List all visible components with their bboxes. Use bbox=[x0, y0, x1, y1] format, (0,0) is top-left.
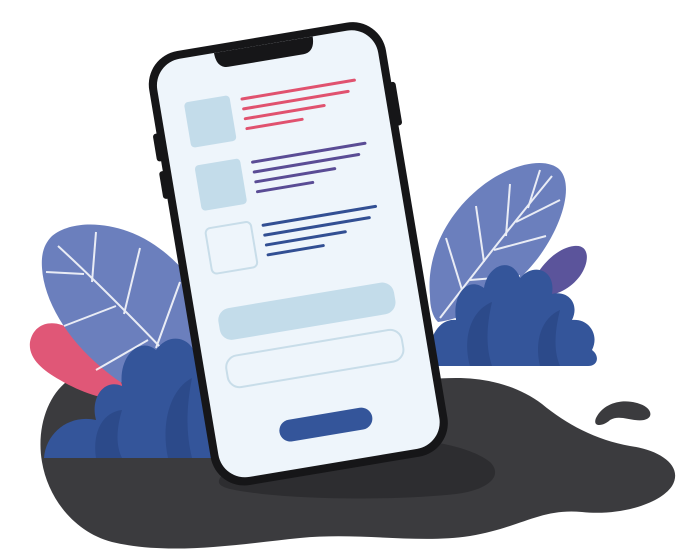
smartphone-illustration bbox=[29, 22, 676, 549]
illustration-scene bbox=[0, 0, 684, 549]
ground-splash bbox=[595, 401, 651, 425]
list-item-thumbnail-2 bbox=[194, 158, 247, 211]
list-item-thumbnail-1 bbox=[184, 95, 237, 148]
